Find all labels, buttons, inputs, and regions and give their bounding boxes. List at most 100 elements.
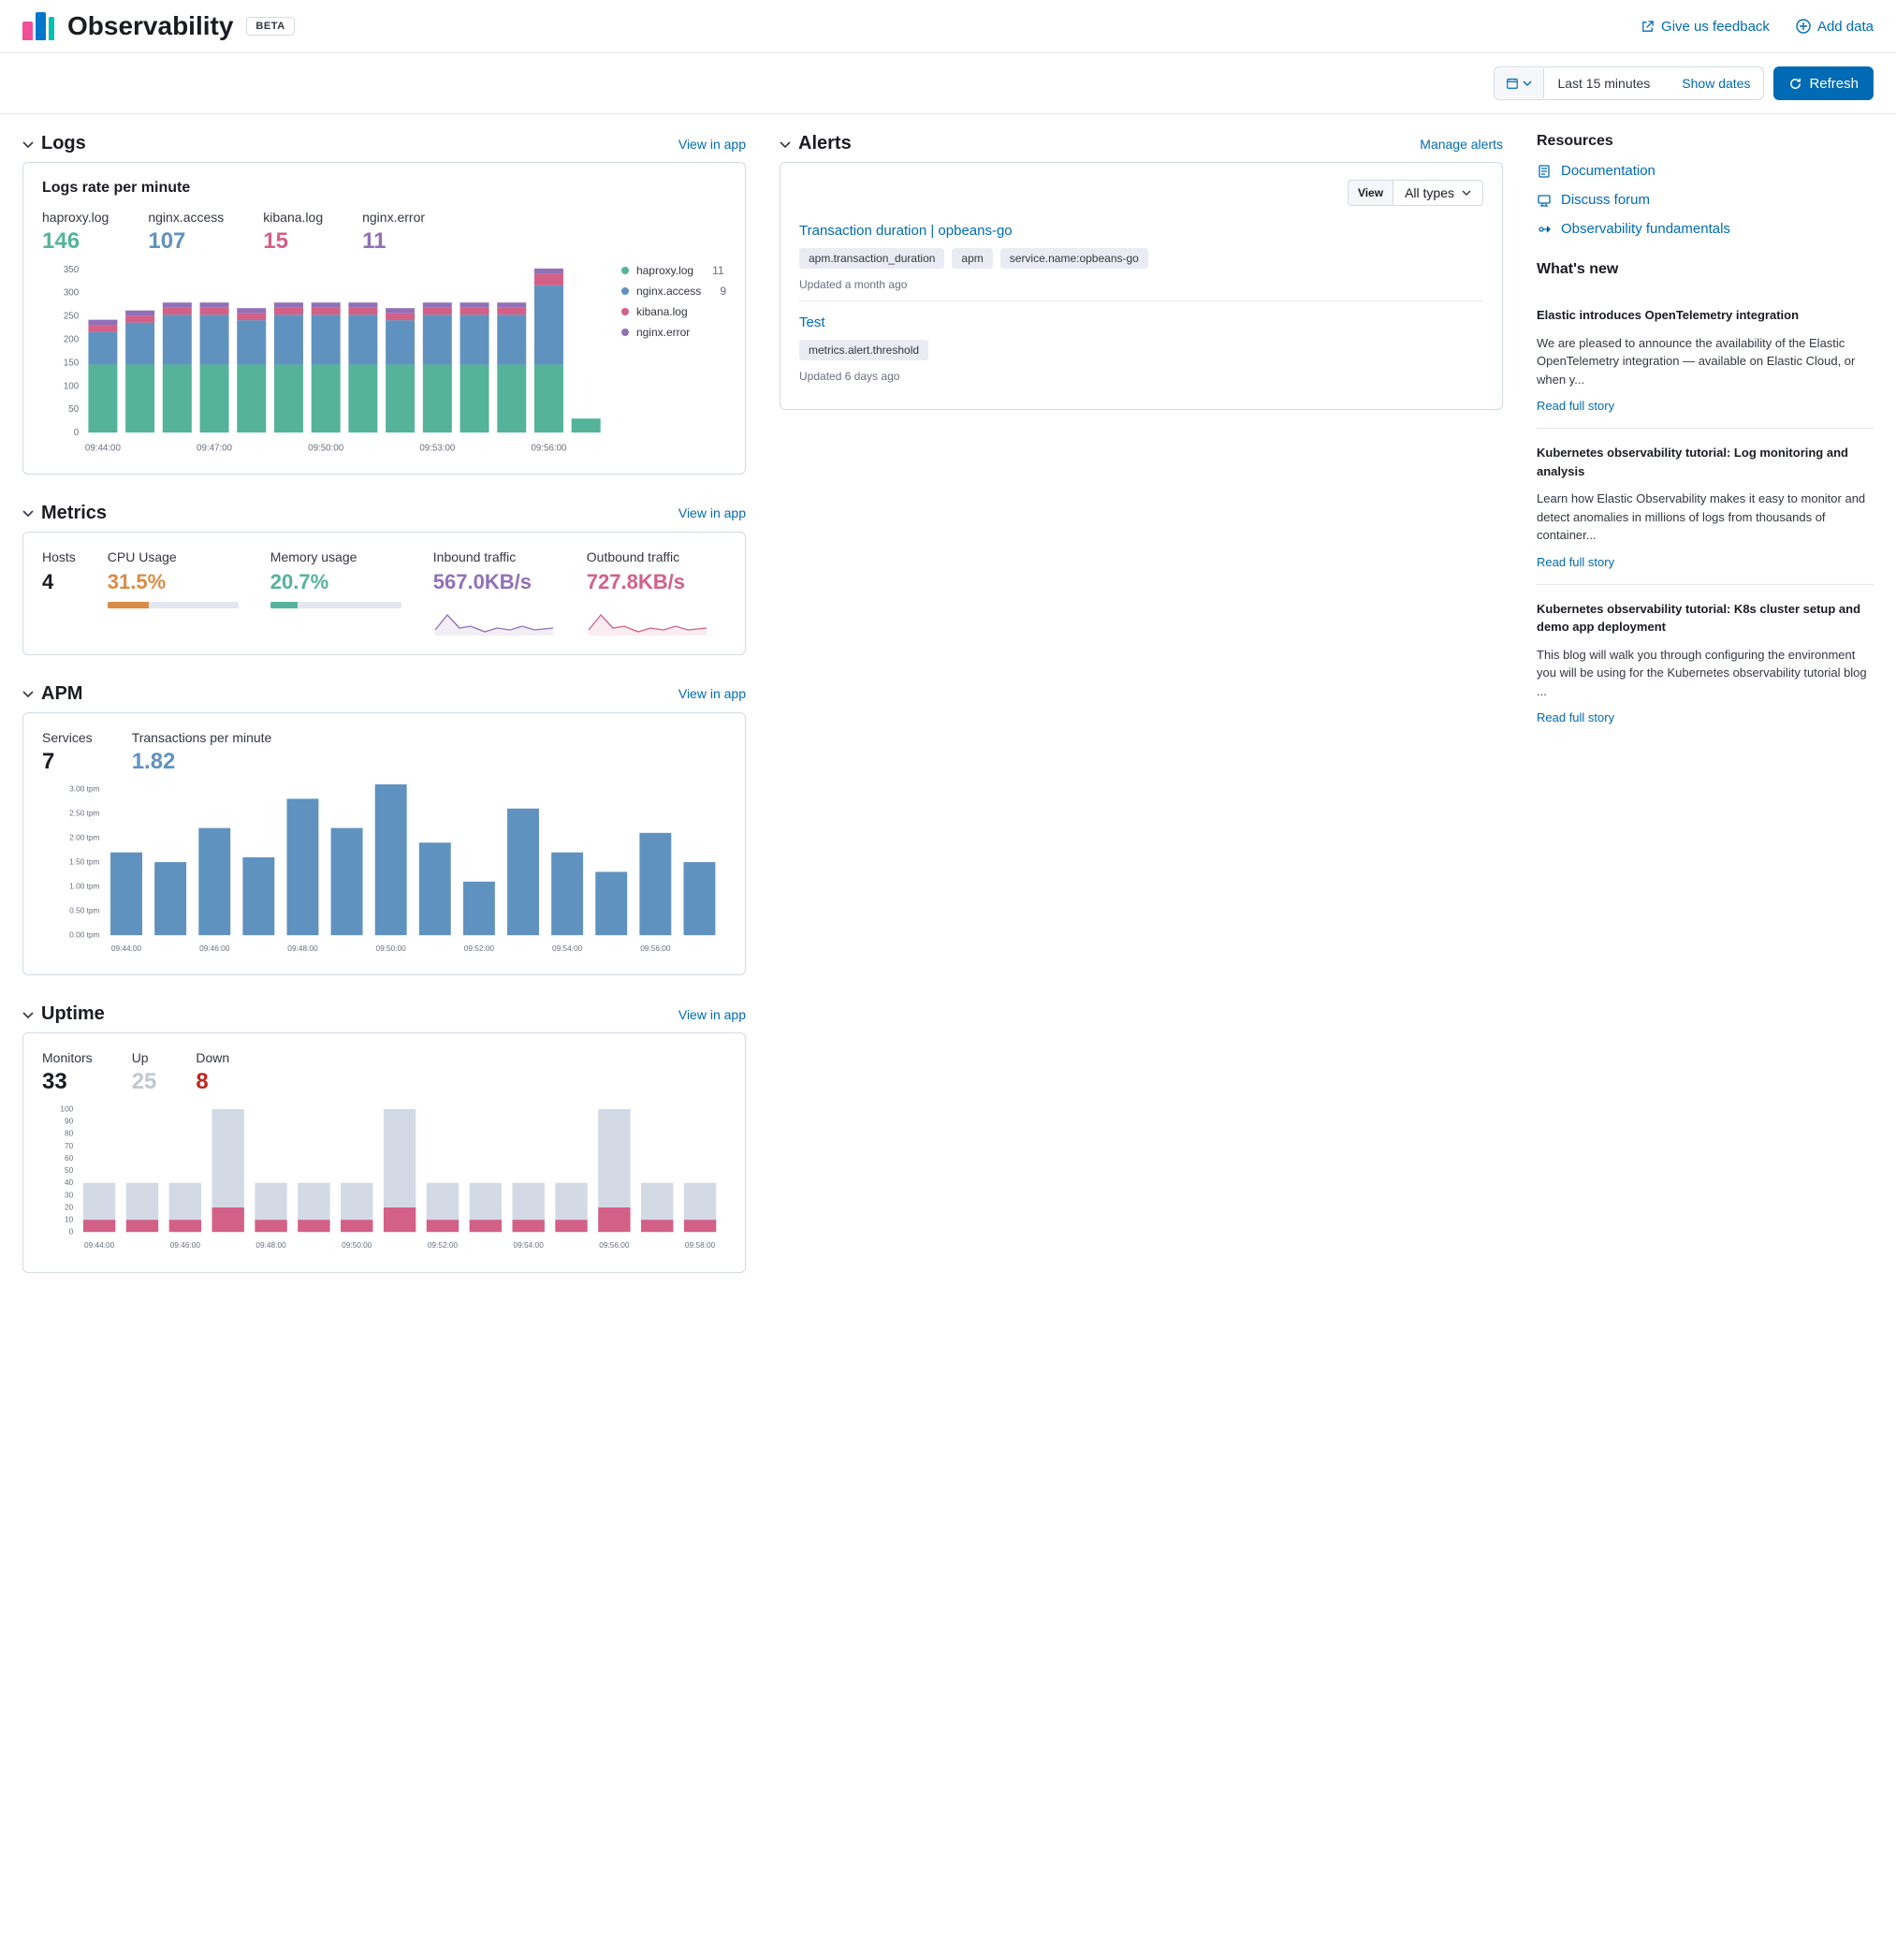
svg-text:300: 300 xyxy=(64,288,80,299)
services-label: Services xyxy=(42,730,93,745)
logs-section-toggle[interactable]: Logs xyxy=(22,133,86,154)
resource-link[interactable]: Discuss forum xyxy=(1537,192,1874,208)
svg-text:09:56:00: 09:56:00 xyxy=(599,1240,630,1250)
svg-text:50: 50 xyxy=(65,1165,74,1175)
alerts-section-toggle[interactable]: Alerts xyxy=(780,133,852,154)
logs-kpi-value: 15 xyxy=(263,228,323,255)
svg-text:09:58:00: 09:58:00 xyxy=(685,1240,716,1250)
legend-item: nginx.access9 xyxy=(621,285,726,298)
date-quick-select-button[interactable] xyxy=(1495,68,1544,98)
svg-text:09:56:00: 09:56:00 xyxy=(640,943,671,952)
show-dates-button[interactable]: Show dates xyxy=(1669,67,1763,99)
news-item: Elastic introduces OpenTelemetry integra… xyxy=(1537,291,1874,429)
refresh-button[interactable]: Refresh xyxy=(1773,66,1874,100)
date-toolbar: Last 15 minutes Show dates Refresh xyxy=(0,53,1896,114)
date-range-text[interactable]: Last 15 minutes xyxy=(1544,67,1669,99)
manage-alerts-link[interactable]: Manage alerts xyxy=(1420,137,1503,152)
alert-title-link[interactable]: Transaction duration | opbeans-go xyxy=(799,223,1483,239)
svg-text:09:48:00: 09:48:00 xyxy=(255,1240,286,1250)
news-item: Kubernetes observability tutorial: K8s c… xyxy=(1537,585,1874,740)
logs-view-in-app-link[interactable]: View in app xyxy=(678,137,746,152)
down-label: Down xyxy=(196,1050,229,1065)
logs-panel: Logs rate per minute haproxy.log 146ngin… xyxy=(22,162,746,475)
svg-text:1.50 tpm: 1.50 tpm xyxy=(69,856,99,866)
header-left: Observability BETA xyxy=(22,11,295,41)
monitors-value: 33 xyxy=(42,1069,93,1095)
legend-item: kibana.log xyxy=(621,305,726,318)
logs-section: Logs View in app Logs rate per minute ha… xyxy=(22,133,746,475)
metric-cpu-usage: CPU Usage 31.5% xyxy=(108,549,239,637)
news-title: Kubernetes observability tutorial: K8s c… xyxy=(1537,600,1874,636)
svg-text:3.00 tpm: 3.00 tpm xyxy=(69,784,99,793)
chevron-down-icon xyxy=(22,1009,34,1020)
metrics-section-toggle[interactable]: Metrics xyxy=(22,503,107,524)
svg-text:09:50:00: 09:50:00 xyxy=(308,444,344,454)
alerts-panel: View All types Transaction duration | op… xyxy=(780,162,1503,410)
alert-item: Test metrics.alert.threshold Updated 6 d… xyxy=(799,300,1483,392)
resource-link[interactable]: Documentation xyxy=(1537,163,1874,179)
logs-kpi-value: 146 xyxy=(42,228,109,255)
resource-link[interactable]: Observability fundamentals xyxy=(1537,221,1874,237)
metric-value: 4 xyxy=(42,570,76,594)
alert-item: Transaction duration | opbeans-go apm.tr… xyxy=(799,219,1483,300)
alert-tag: apm xyxy=(952,248,992,269)
progress-bar xyxy=(108,602,239,608)
resource-icon xyxy=(1537,222,1552,237)
svg-text:09:48:00: 09:48:00 xyxy=(287,943,318,952)
svg-text:1.00 tpm: 1.00 tpm xyxy=(69,881,99,890)
whats-new-heading: What's new xyxy=(1537,261,1874,278)
metrics-view-in-app-link[interactable]: View in app xyxy=(678,505,746,520)
monitors-label: Monitors xyxy=(42,1050,93,1065)
svg-text:09:52:00: 09:52:00 xyxy=(464,943,495,952)
news-read-link[interactable]: Read full story xyxy=(1537,399,1614,413)
metric-label: CPU Usage xyxy=(108,549,239,564)
logs-kpi-label: nginx.error xyxy=(362,210,425,225)
svg-text:09:54:00: 09:54:00 xyxy=(552,943,583,952)
svg-text:0.50 tpm: 0.50 tpm xyxy=(69,905,99,914)
metrics-section: Metrics View in app Hosts 4 CPU Usage 31.… xyxy=(22,503,746,655)
svg-text:09:50:00: 09:50:00 xyxy=(342,1240,372,1250)
add-data-link[interactable]: Add data xyxy=(1796,19,1874,35)
logs-kpi-value: 107 xyxy=(148,228,224,255)
page-title: Observability xyxy=(67,11,233,41)
svg-text:30: 30 xyxy=(65,1191,74,1200)
news-title: Elastic introduces OpenTelemetry integra… xyxy=(1537,306,1874,325)
sparkline xyxy=(587,604,708,637)
uptime-view-in-app-link[interactable]: View in app xyxy=(678,1007,746,1022)
uptime-section-toggle[interactable]: Uptime xyxy=(22,1003,105,1025)
chevron-down-icon xyxy=(22,507,34,519)
alert-title-link[interactable]: Test xyxy=(799,314,1483,330)
svg-text:09:44:00: 09:44:00 xyxy=(111,943,142,952)
alert-tag: service.name:opbeans-go xyxy=(1000,248,1148,269)
metrics-panel: Hosts 4CPU Usage 31.5%Memory usage 20.7%… xyxy=(22,532,746,655)
metric-value: 727.8KB/s xyxy=(587,570,708,594)
svg-text:70: 70 xyxy=(65,1141,74,1150)
svg-text:350: 350 xyxy=(64,265,80,275)
give-feedback-link[interactable]: Give us feedback xyxy=(1641,19,1770,35)
news-read-link[interactable]: Read full story xyxy=(1537,555,1614,569)
alerts-type-select[interactable]: All types xyxy=(1393,180,1483,206)
alerts-view-button[interactable]: View xyxy=(1348,180,1393,206)
svg-text:200: 200 xyxy=(64,334,80,344)
services-value: 7 xyxy=(42,749,93,775)
news-read-link[interactable]: Read full story xyxy=(1537,710,1614,724)
metric-label: Memory usage xyxy=(270,549,401,564)
apm-section-toggle[interactable]: APM xyxy=(22,683,82,705)
resource-icon xyxy=(1537,164,1552,179)
popout-icon xyxy=(1641,20,1655,34)
logs-kpi-label: haproxy.log xyxy=(42,210,109,225)
svg-text:80: 80 xyxy=(65,1129,74,1138)
progress-bar xyxy=(270,602,401,608)
logs-kpi-value: 11 xyxy=(362,228,425,255)
apm-panel: Services 7 Transactions per minute 1.82 … xyxy=(22,712,746,976)
apm-view-in-app-link[interactable]: View in app xyxy=(678,686,746,701)
metric-hosts: Hosts 4 xyxy=(42,549,76,637)
down-value: 8 xyxy=(196,1069,229,1095)
alert-tag: apm.transaction_duration xyxy=(799,248,944,269)
app-header: Observability BETA Give us feedback Add … xyxy=(0,0,1896,53)
metric-label: Outbound traffic xyxy=(587,549,708,564)
svg-text:100: 100 xyxy=(64,381,80,391)
svg-text:50: 50 xyxy=(68,404,79,415)
svg-text:250: 250 xyxy=(64,312,80,322)
calendar-icon xyxy=(1506,77,1519,90)
